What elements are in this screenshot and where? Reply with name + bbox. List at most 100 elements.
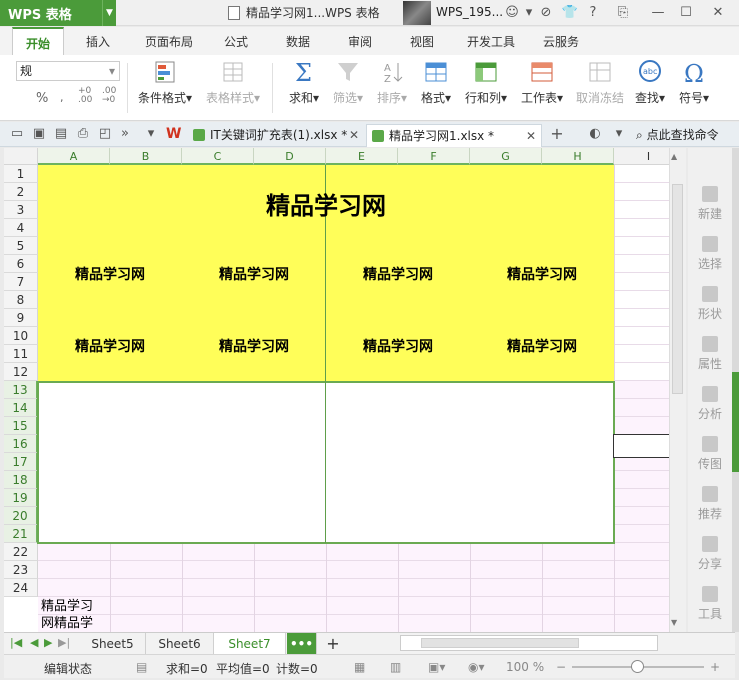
doc-tab-1[interactable]: IT关键词扩充表(1).xlsx * ✕ [188,124,364,147]
dock-icon[interactable]: ◐ [586,125,604,143]
task-analysis[interactable]: 分析 [688,386,732,422]
row-header[interactable]: 16 [4,435,38,453]
row-header[interactable]: 6 [4,255,38,273]
comma-icon[interactable]: , [60,91,64,104]
zoom-level[interactable]: 100 % [506,660,544,674]
chevron-down-icon[interactable]: ▼ [102,0,116,26]
task-select[interactable]: 选择 [688,236,732,272]
task-recommend[interactable]: 推荐 [688,486,732,522]
task-new[interactable]: 新建 [688,186,732,222]
tab-formula[interactable]: 公式 [216,27,256,55]
column-header[interactable]: B [110,148,182,165]
row-header[interactable]: 13 [4,381,38,399]
table-style-button[interactable]: 表格样式▾ [202,59,264,115]
symbol-button[interactable]: Ω 符号▾ [674,59,714,115]
task-pane-toggle[interactable] [732,372,739,472]
row-header[interactable]: 11 [4,345,38,363]
open-icon[interactable]: ▭ [8,125,26,143]
horizontal-scrollbar-thumb[interactable] [421,638,579,648]
increase-decimal-icon[interactable]: +0.00 [78,87,92,105]
tab-home[interactable]: 开始 [12,27,64,55]
row-header[interactable]: 18 [4,471,38,489]
avatar[interactable] [403,1,431,25]
row-header[interactable]: 8 [4,291,38,309]
eye-protection-icon[interactable]: ◉▾ [468,660,485,674]
user-name[interactable]: WPS_195... [436,5,503,19]
tab-data[interactable]: 数据 [278,27,318,55]
row-header[interactable]: 4 [4,219,38,237]
row-header[interactable]: 10 [4,327,38,345]
number-format-select[interactable]: 规 ▾ [16,61,120,81]
sheet-tab-active[interactable]: Sheet7 [214,633,286,655]
cell-a25[interactable]: 精品学习 网精品学 [41,598,93,632]
tab-cloud[interactable]: 云服务 [536,27,586,55]
row-header[interactable]: 24 [4,579,38,597]
column-header[interactable]: C [182,148,254,165]
prev-sheet-icon[interactable]: ◀ [30,636,38,649]
merged-cell-blank[interactable] [37,381,615,544]
row-header[interactable]: 9 [4,309,38,327]
row-header[interactable]: 19 [4,489,38,507]
chevron-down-icon[interactable]: ▾ [520,4,538,22]
row-header[interactable]: 3 [4,201,38,219]
sort-button[interactable]: AZ 排序▾ [372,59,412,115]
sum-button[interactable]: Σ 求和▾ [284,59,324,115]
row-header[interactable]: 21 [4,525,38,543]
sheet-tab[interactable]: Sheet6 [146,633,214,655]
minimize-icon[interactable]: — [649,4,667,22]
row-header[interactable]: 14 [4,399,38,417]
macro-icon[interactable]: ▤ [136,660,147,674]
row-header[interactable]: 5 [4,237,38,255]
chevron-down-icon[interactable]: ▾ [142,125,160,143]
column-header[interactable]: E [326,148,398,165]
row-header[interactable]: 17 [4,453,38,471]
print-icon[interactable]: ⎙ [74,125,92,143]
last-sheet-icon[interactable]: ▶| [58,636,70,649]
row-header[interactable]: 23 [4,561,38,579]
next-sheet-icon[interactable]: ▶ [44,636,52,649]
row-header[interactable]: 15 [4,417,38,435]
row-header[interactable]: 22 [4,543,38,561]
task-upload-image[interactable]: 传图 [688,436,732,472]
more-sheets-button[interactable]: ••• [287,633,317,655]
close-icon[interactable]: ✕ [709,4,727,22]
row-header[interactable]: 7 [4,273,38,291]
conditional-format-button[interactable]: 条件格式▾ [134,59,196,115]
tab-view[interactable]: 视图 [402,27,442,55]
row-header[interactable]: 1 [4,165,38,183]
tab-insert[interactable]: 插入 [78,27,118,55]
maximize-icon[interactable]: ☐ [677,4,695,22]
export-icon[interactable]: ▤ [52,125,70,143]
task-share[interactable]: 分享 [688,536,732,572]
first-sheet-icon[interactable]: |◀ [10,636,22,649]
tab-developer[interactable]: 开发工具 [460,27,522,55]
pin-icon[interactable]: ▾ [610,125,628,143]
account-icon[interactable]: ☺ [503,4,521,22]
command-search[interactable]: ⌕ 点此查找命令 [636,126,719,143]
app-menu-button[interactable]: WPS 表格 ▼ [0,0,116,26]
select-all-corner[interactable] [4,148,38,165]
decrease-decimal-icon[interactable]: .00 →0 [102,87,116,105]
freeze-button[interactable]: 取消冻结 [574,59,626,115]
new-tab-icon[interactable]: + [548,125,566,143]
task-tools[interactable]: 工具 [688,586,732,622]
scroll-up-icon[interactable]: ▲ [671,152,677,161]
column-header[interactable]: F [398,148,470,165]
sheet-tab[interactable]: Sheet5 [80,633,146,655]
page-break-view-icon[interactable]: ▥ [390,660,401,674]
worksheet-button[interactable]: 工作表▾ [518,59,566,115]
wps-logo-icon[interactable]: W [166,126,182,142]
row-col-button[interactable]: 行和列▾ [462,59,510,115]
skin-icon[interactable]: 👕 [561,4,579,22]
help-icon[interactable]: ? [584,4,602,22]
task-properties[interactable]: 属性 [688,336,732,372]
zoom-out-icon[interactable]: − [556,660,566,674]
add-sheet-button[interactable]: + [322,633,344,655]
zoom-slider-knob[interactable] [631,660,644,673]
horizontal-scrollbar[interactable] [400,635,658,651]
restore-icon[interactable]: ⎘ [614,4,632,22]
compass-icon[interactable]: ⊘ [537,4,555,22]
column-header[interactable]: D [254,148,326,165]
percent-button[interactable]: % [36,91,48,106]
row-header[interactable]: 12 [4,363,38,381]
